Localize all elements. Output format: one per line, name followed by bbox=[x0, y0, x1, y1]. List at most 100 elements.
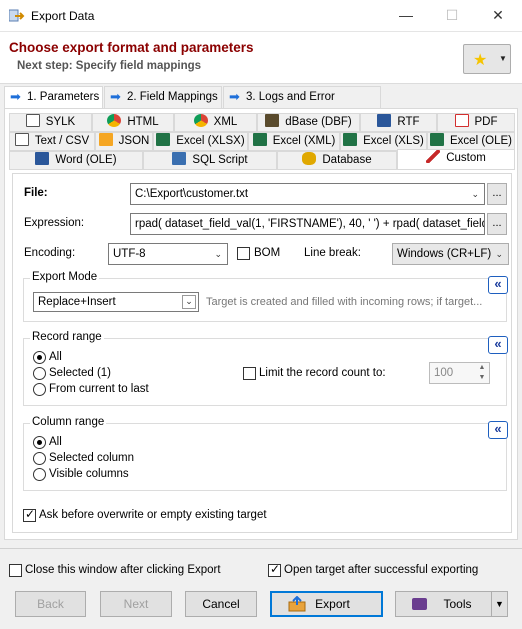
limit-record-count-value: 100 bbox=[434, 367, 454, 379]
close-after-export-checkbox[interactable] bbox=[9, 564, 22, 577]
format-tab-json[interactable]: JSON bbox=[95, 132, 153, 151]
format-tab-label: Excel (XML) bbox=[272, 135, 336, 147]
format-tab-dbase[interactable]: dBase (DBF) bbox=[257, 113, 360, 132]
favorites-button[interactable]: ★ ▼ bbox=[463, 44, 511, 74]
pdf-icon bbox=[454, 114, 469, 127]
export-button[interactable]: Export bbox=[270, 591, 383, 617]
excel-icon bbox=[430, 133, 444, 146]
database-icon bbox=[302, 152, 317, 165]
pen-icon bbox=[426, 150, 441, 163]
format-tab-excel-xml[interactable]: Excel (XML) bbox=[248, 132, 340, 151]
toolbox-icon bbox=[412, 598, 427, 610]
export-mode-select[interactable]: Replace+Insert ⌄ bbox=[33, 292, 199, 312]
encoding-label: Encoding: bbox=[24, 247, 76, 259]
limit-record-count-stepper[interactable]: 100 ▲ ▼ bbox=[429, 362, 490, 384]
format-tab-label: RTF bbox=[397, 116, 420, 128]
collapse-export-mode-icon[interactable]: « bbox=[488, 276, 508, 294]
file-label: File: bbox=[24, 187, 48, 199]
arrow-right-icon: ➡ bbox=[110, 89, 121, 104]
column-range-visible-label: Visible columns bbox=[49, 468, 129, 480]
spin-up-icon[interactable]: ▲ bbox=[475, 363, 489, 373]
line-break-label: Line break: bbox=[304, 247, 361, 259]
encoding-select[interactable]: UTF-8 ⌄ bbox=[108, 243, 228, 265]
star-icon: ★ bbox=[473, 52, 488, 69]
collapse-record-range-icon[interactable]: « bbox=[488, 336, 508, 354]
format-tab-label: Custom bbox=[446, 152, 486, 164]
column-range-visible-radio[interactable] bbox=[33, 468, 46, 481]
expression-value: rpad( dataset_field_val(1, 'FIRSTNAME'),… bbox=[135, 218, 485, 230]
word-icon bbox=[35, 152, 50, 165]
tab-parameters[interactable]: ➡ 1. Parameters bbox=[4, 86, 103, 109]
line-break-value: Windows (CR+LF) bbox=[397, 248, 492, 260]
format-tab-label: JSON bbox=[118, 135, 150, 147]
tab-logs-error-handling[interactable]: ➡ 3. Logs and Error Handling bbox=[223, 86, 381, 123]
format-tab-text-csv[interactable]: Text / CSV bbox=[9, 132, 95, 151]
format-tab-label: Excel (XLS) bbox=[363, 135, 424, 147]
limit-record-count-checkbox[interactable] bbox=[243, 367, 256, 380]
close-button[interactable]: ✕ bbox=[475, 0, 521, 31]
record-range-current-to-last-radio[interactable] bbox=[33, 383, 46, 396]
minimize-button[interactable]: — bbox=[383, 0, 429, 31]
excel-icon bbox=[156, 133, 171, 146]
export-mode-label: Export Mode bbox=[30, 271, 100, 283]
excel-icon bbox=[343, 133, 358, 146]
format-tab-sql-script[interactable]: SQL Script bbox=[143, 151, 277, 170]
chevron-down-icon[interactable]: ⌄ bbox=[471, 184, 479, 204]
column-range-group: Column range All Selected column Visible… bbox=[23, 416, 507, 491]
format-tab-label: Database bbox=[322, 154, 372, 166]
column-range-selected-label: Selected column bbox=[49, 452, 135, 464]
main-tabs: ➡ 1. Parameters ➡ 2. Field Mappings ➡ 3.… bbox=[4, 86, 518, 123]
column-range-label: Column range bbox=[30, 416, 107, 428]
format-tab-xml[interactable]: XML bbox=[174, 113, 257, 132]
bom-checkbox[interactable] bbox=[237, 247, 250, 260]
sylk-icon bbox=[25, 114, 40, 127]
format-tab-word-ole[interactable]: Word (OLE) bbox=[9, 151, 143, 170]
format-tab-label: Excel (XLSX) bbox=[176, 135, 245, 147]
format-tab-label: dBase (DBF) bbox=[285, 116, 352, 128]
header-subtitle: Next step: Specify field mappings bbox=[17, 60, 202, 72]
format-tab-html[interactable]: HTML bbox=[92, 113, 174, 132]
column-range-all-radio[interactable] bbox=[33, 436, 46, 449]
text-icon bbox=[14, 133, 29, 146]
export-mode-value: Replace+Insert bbox=[38, 296, 116, 308]
format-tab-excel-xlsx[interactable]: Excel (XLSX) bbox=[153, 132, 248, 151]
format-tab-custom[interactable]: Custom bbox=[397, 149, 515, 170]
format-tab-label: XML bbox=[213, 116, 238, 128]
chrome-icon bbox=[107, 114, 122, 127]
tab-field-mappings[interactable]: ➡ 2. Field Mappings bbox=[104, 86, 222, 108]
line-break-select[interactable]: Windows (CR+LF) ⌄ bbox=[392, 243, 509, 265]
open-target-checkbox[interactable] bbox=[268, 562, 281, 577]
record-range-all-radio[interactable] bbox=[33, 351, 46, 364]
spin-down-icon[interactable]: ▼ bbox=[475, 373, 489, 383]
tools-button[interactable]: Tools ▼ bbox=[395, 591, 508, 617]
back-button[interactable]: Back bbox=[15, 591, 86, 617]
record-range-all-label: All bbox=[49, 351, 62, 363]
tab-label: 1. Parameters bbox=[27, 91, 100, 103]
chevron-down-icon[interactable]: ▼ bbox=[491, 592, 507, 616]
ask-overwrite-checkbox[interactable] bbox=[23, 507, 36, 522]
title-bar: Export Data — ☐ ✕ bbox=[0, 0, 522, 32]
next-button[interactable]: Next bbox=[100, 591, 172, 617]
column-range-selected-radio[interactable] bbox=[33, 452, 46, 465]
format-tab-rtf[interactable]: RTF bbox=[360, 113, 437, 132]
format-tab-database[interactable]: Database bbox=[277, 151, 397, 170]
format-tab-pdf[interactable]: PDF bbox=[437, 113, 515, 132]
arrow-right-icon: ➡ bbox=[229, 89, 240, 104]
expression-field[interactable]: rpad( dataset_field_val(1, 'FIRSTNAME'),… bbox=[130, 213, 485, 235]
record-range-selected-radio[interactable] bbox=[33, 367, 46, 380]
browse-file-button[interactable]: ... bbox=[487, 183, 507, 205]
cancel-button[interactable]: Cancel bbox=[185, 591, 257, 617]
header-title: Choose export format and parameters bbox=[9, 40, 254, 55]
format-tab-label: HTML bbox=[127, 116, 159, 128]
record-range-group: Record range All Selected (1) From curre… bbox=[23, 331, 507, 406]
custom-format-form: File: C:\Export\customer.txt ⌄ ... Expre… bbox=[12, 173, 512, 533]
collapse-column-range-icon[interactable]: « bbox=[488, 421, 508, 439]
ask-overwrite-label: Ask before overwrite or empty existing t… bbox=[39, 509, 267, 521]
format-tab-sylk[interactable]: SYLK bbox=[9, 113, 92, 132]
file-path-field[interactable]: C:\Export\customer.txt ⌄ bbox=[130, 183, 485, 205]
format-tab-label: Text / CSV bbox=[34, 135, 90, 147]
maximize-button[interactable]: ☐ bbox=[429, 0, 475, 31]
export-app-icon bbox=[9, 9, 25, 22]
edit-expression-button[interactable]: ... bbox=[487, 213, 507, 235]
format-tab-label: SYLK bbox=[45, 116, 76, 128]
